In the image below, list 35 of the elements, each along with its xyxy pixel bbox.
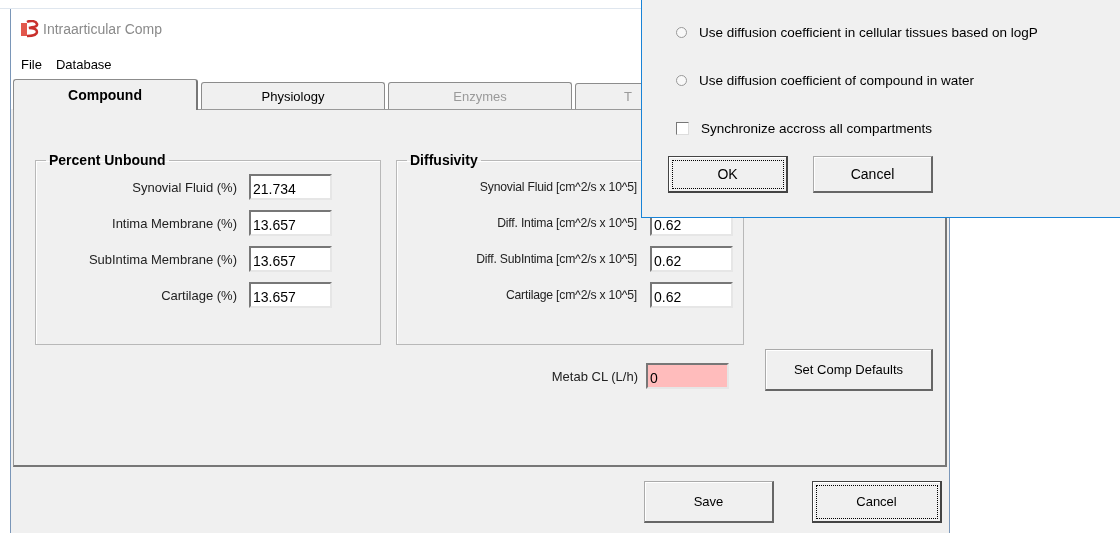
tab[interactable]: Compound [13,79,198,110]
field-label: Synovial Fluid [cm^2/s x 10^5] [479,180,637,194]
radio-button[interactable] [676,26,687,38]
input-field[interactable]: 0.62 [650,282,733,308]
window-title: Intraarticular Comp [43,21,163,37]
field-label: Diff. SubIntima [cm^2/s x 10^5] [476,252,637,266]
radio-button[interactable] [676,74,687,86]
option-label: Use diffusion coefficient in cellular tissues based on logP [699,24,1038,40]
menu-item[interactable]: Database [49,56,118,72]
tab[interactable]: Physiology [201,82,385,109]
field-label: Synovial Fluid (%) [132,179,237,195]
field-label: Intima Membrane (%) [112,215,237,231]
button[interactable]: Cancel [813,156,933,193]
field-label: SubIntima Membrane (%) [88,251,237,267]
input-field[interactable]: 21.734 [249,174,332,200]
menu-item[interactable]: File [15,56,48,72]
input-field[interactable]: 13.657 [249,246,332,272]
button[interactable]: OK [668,156,788,193]
button[interactable]: Cancel [812,481,942,523]
set-defaults-button[interactable]: Set Comp Defaults [765,349,933,391]
option-label: Use diffusion coefficient of compound in water [699,72,974,88]
field-label: Diff. Intima [cm^2/s x 10^5] [497,216,637,230]
app-icon [19,20,39,38]
checkbox[interactable] [676,121,689,135]
field-label: Cartilage [cm^2/s x 10^5] [505,288,637,302]
input-field[interactable]: 0 [646,363,729,389]
field-label: Cartilage (%) [161,287,237,303]
input-field[interactable]: 0.62 [650,246,733,272]
button[interactable]: Save [644,481,774,523]
input-field[interactable]: 13.657 [249,210,332,236]
group-title: Diffusivity [409,152,479,168]
field-label: Metab CL (L/h) [551,368,638,384]
input-field[interactable]: 13.657 [249,282,332,308]
group-title: Percent Unbound [48,152,167,168]
option-label: Synchronize accross all compartments [701,120,933,136]
